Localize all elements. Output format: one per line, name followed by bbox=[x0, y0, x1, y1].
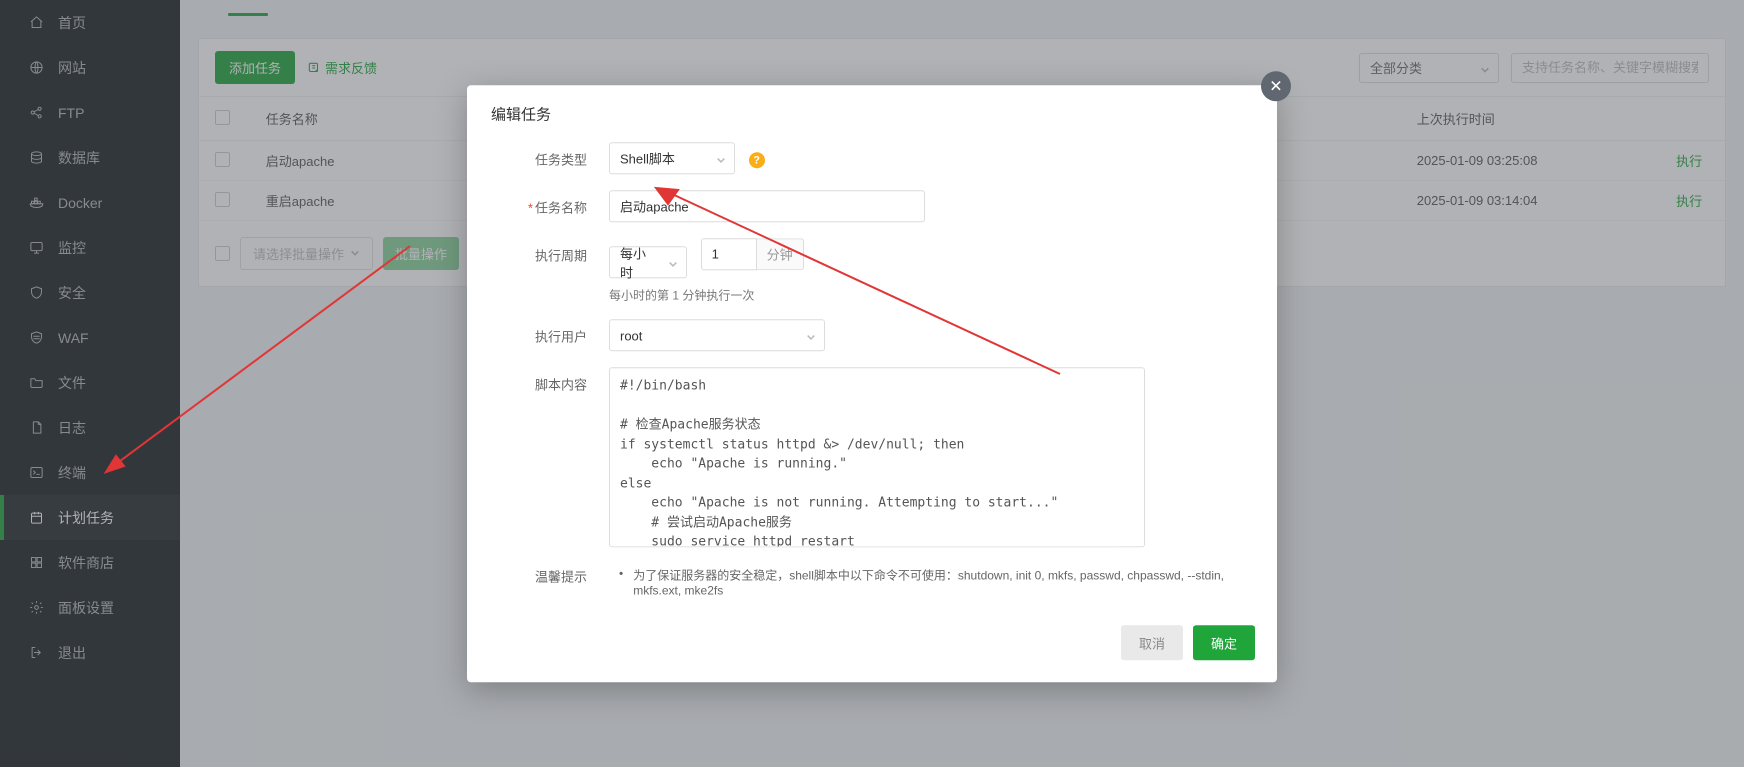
user-value: root bbox=[620, 328, 642, 343]
cycle-number-input[interactable] bbox=[701, 238, 757, 270]
close-icon[interactable]: ✕ bbox=[1261, 71, 1291, 101]
cycle-select[interactable]: 每小时 bbox=[609, 246, 687, 278]
task-name-input[interactable] bbox=[609, 190, 925, 222]
label-task-type: 任务类型 bbox=[507, 142, 587, 168]
user-select[interactable]: root bbox=[609, 319, 825, 351]
task-type-value: Shell脚本 bbox=[620, 148, 675, 167]
ok-button[interactable]: 确定 bbox=[1193, 625, 1255, 660]
label-script: 脚本内容 bbox=[507, 367, 587, 393]
tip-text: 为了保证服务器的安全稳定，shell脚本中以下命令不可使用：shutdown, … bbox=[633, 566, 1237, 597]
task-type-select[interactable]: Shell脚本 bbox=[609, 142, 735, 174]
edit-task-modal: ✕ 编辑任务 任务类型 Shell脚本 ? *任务名称 bbox=[467, 85, 1277, 683]
cycle-value: 每小时 bbox=[620, 243, 658, 281]
label-cycle: 执行周期 bbox=[507, 238, 587, 264]
label-user: 执行用户 bbox=[507, 319, 587, 345]
script-textarea[interactable] bbox=[609, 367, 1145, 547]
help-icon[interactable]: ? bbox=[749, 152, 765, 168]
modal-title: 编辑任务 bbox=[467, 85, 1277, 142]
cancel-button[interactable]: 取消 bbox=[1121, 625, 1183, 660]
cycle-hint: 每小时的第 1 分钟执行一次 bbox=[609, 286, 1237, 303]
label-task-name: *任务名称 bbox=[507, 190, 587, 216]
label-tip: 温馨提示 bbox=[507, 566, 587, 597]
cycle-unit: 分钟 bbox=[757, 238, 804, 270]
